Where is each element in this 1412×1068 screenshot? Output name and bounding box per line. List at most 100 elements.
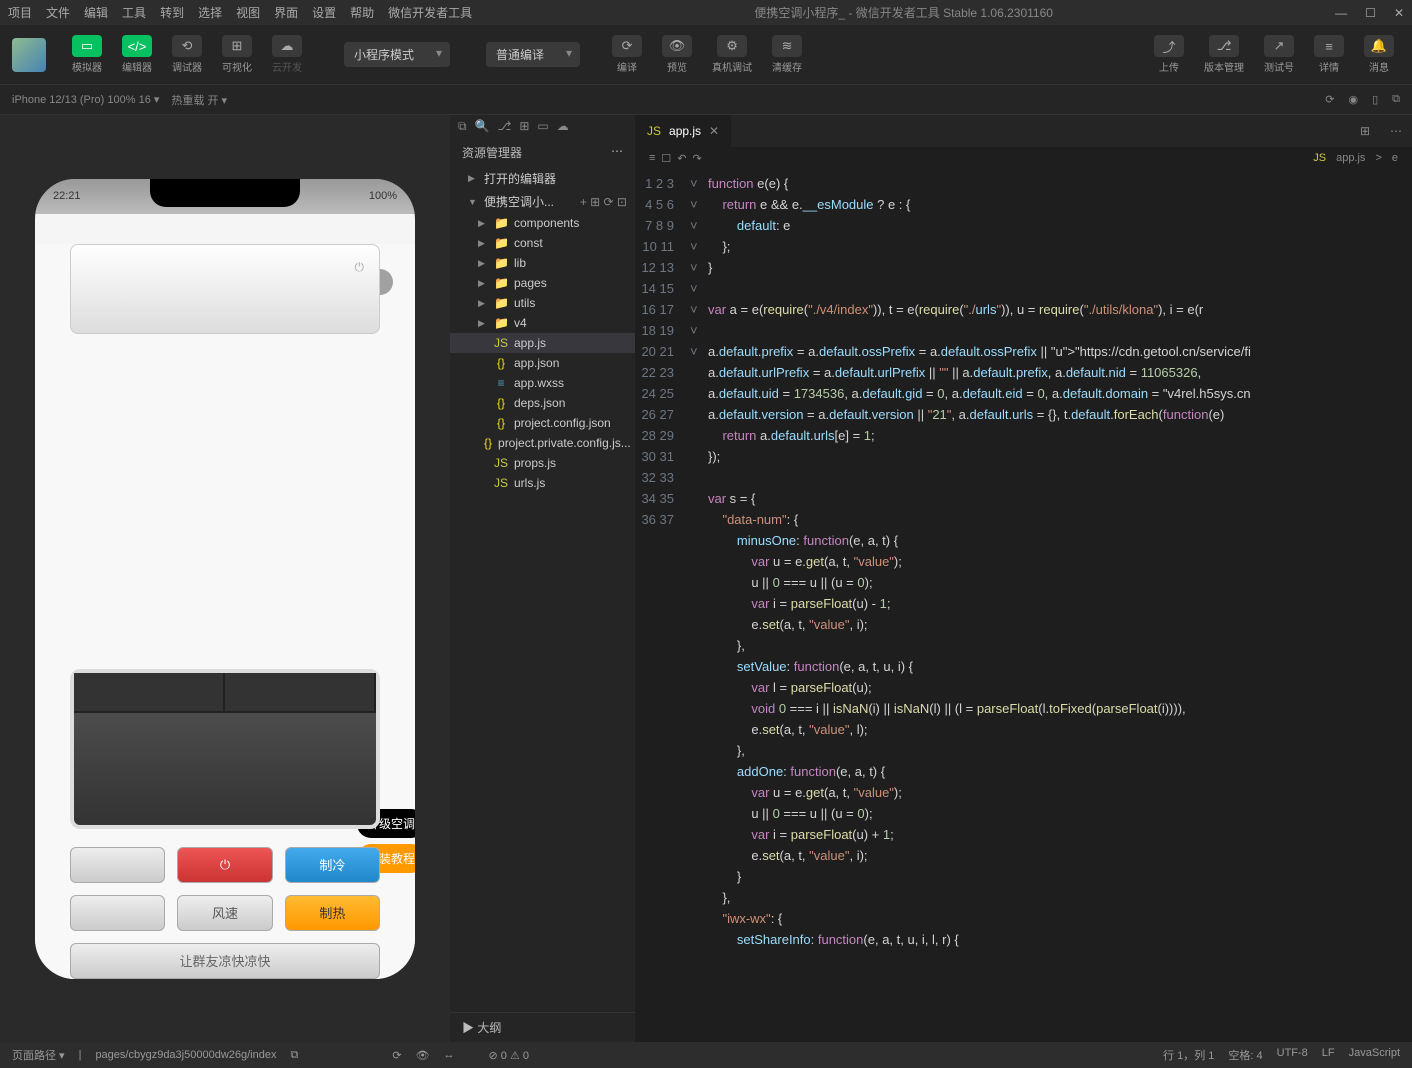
gutter: 1 2 3 4 5 6 7 8 9 10 11 12 13 14 15 16 1…	[635, 169, 690, 1042]
cloud-button[interactable]: ☁	[272, 35, 302, 57]
remote-blank2[interactable]	[70, 895, 165, 931]
remote-debug-button[interactable]: ⚙	[717, 35, 747, 57]
crumb-icon2[interactable]: ☐	[661, 152, 671, 165]
folder-utils[interactable]: ▶📁utils	[450, 293, 635, 313]
outline-section[interactable]: ▶ 大纲	[450, 1012, 635, 1042]
editor-button[interactable]: </>	[122, 35, 152, 57]
menu-file[interactable]: 文件	[46, 4, 70, 21]
menu-ui[interactable]: 界面	[274, 4, 298, 21]
crumb-icon3[interactable]: ↶	[677, 152, 686, 165]
tab-close-icon[interactable]: ✕	[709, 124, 719, 138]
menu-help[interactable]: 帮助	[350, 4, 374, 21]
compile-button[interactable]: ⟳	[612, 35, 642, 57]
copy-icon[interactable]: ⧉	[290, 1049, 298, 1062]
tab-app-js[interactable]: JSapp.js✕	[635, 115, 731, 147]
file-props-js[interactable]: JSprops.js	[450, 453, 635, 473]
search-icon[interactable]: 🔍	[475, 119, 490, 134]
file-project-config[interactable]: {}project.config.json	[450, 413, 635, 433]
upload-button[interactable]: ⤴	[1154, 35, 1184, 57]
menu-tool[interactable]: 工具	[122, 4, 146, 21]
folder-components[interactable]: ▶📁components	[450, 213, 635, 233]
folder-v4[interactable]: ▶📁v4	[450, 313, 635, 333]
compile-select[interactable]: 普通编译	[486, 42, 580, 67]
phone-frame: 22:21100% ••• ◎ 升级空调 安装教程 ⏻ 制冷	[35, 179, 415, 979]
ext1-icon[interactable]: ⊞	[519, 119, 529, 134]
file-app-json[interactable]: {}app.json	[450, 353, 635, 373]
file-app-js[interactable]: JSapp.js	[450, 333, 635, 353]
file-app-wxss[interactable]: ≡app.wxss	[450, 373, 635, 393]
menu-view[interactable]: 视图	[236, 4, 260, 21]
tab-more-icon[interactable]: ⋯	[1380, 124, 1412, 138]
encoding-info[interactable]: UTF-8	[1277, 1047, 1308, 1063]
folder-pages[interactable]: ▶📁pages	[450, 273, 635, 293]
explorer-pane: ⧉ 🔍 ⎇ ⊞ ▭ ☁ 资源管理器⋯ ▶打开的编辑器 ▼便携空调小...+ ⊞ …	[450, 115, 635, 1042]
folder-lib[interactable]: ▶📁lib	[450, 253, 635, 273]
ext3-icon[interactable]: ☁	[557, 119, 569, 134]
maximize-icon[interactable]: ☐	[1365, 6, 1376, 20]
status-bar: 页面路径 ▾ | pages/cbygz9da3j50000dw26g/inde…	[0, 1042, 1412, 1068]
perf-icon[interactable]: ⟳	[392, 1049, 401, 1062]
share-button[interactable]: 让群友凉快凉快	[70, 943, 380, 979]
ext2-icon[interactable]: ▭	[537, 119, 548, 134]
branch-icon[interactable]: ⎇	[498, 119, 512, 134]
split-icon[interactable]: ⊞	[1350, 124, 1380, 138]
message-button[interactable]: 🔔	[1364, 35, 1394, 57]
project-root[interactable]: ▼便携空调小...+ ⊞ ⟳ ⊡	[450, 190, 635, 213]
crumb-file[interactable]: app.js	[1336, 152, 1365, 164]
page-path-label[interactable]: 页面路径 ▾	[12, 1047, 65, 1063]
eol-info[interactable]: LF	[1322, 1047, 1335, 1063]
wind-button[interactable]: 风速	[177, 895, 272, 931]
simulator-button[interactable]: ▭	[72, 35, 102, 57]
cursor-position[interactable]: 行 1，列 1	[1163, 1047, 1214, 1063]
crumb-icon4[interactable]: ↷	[693, 152, 702, 165]
menu-goto[interactable]: 转到	[160, 4, 184, 21]
menu-project[interactable]: 项目	[8, 4, 32, 21]
open-editors[interactable]: ▶打开的编辑器	[450, 167, 635, 190]
title-bar: 项目 文件 编辑 工具 转到 选择 视图 界面 设置 帮助 微信开发者工具 便携…	[0, 0, 1412, 25]
popout-icon[interactable]: ⧉	[1392, 93, 1400, 106]
page-route[interactable]: pages/cbygz9da3j50000dw26g/index	[95, 1049, 276, 1061]
detail-button[interactable]: ≡	[1314, 35, 1344, 57]
power-button[interactable]: ⏻	[177, 847, 272, 883]
preview-button[interactable]: 👁	[662, 35, 692, 57]
testno-button[interactable]: ↗	[1264, 35, 1294, 57]
mode-select[interactable]: 小程序模式	[344, 42, 450, 67]
record-icon[interactable]: ◉	[1348, 93, 1358, 106]
arrow-icon[interactable]: ↔	[444, 1049, 455, 1061]
menu-edit[interactable]: 编辑	[84, 4, 108, 21]
file-deps-json[interactable]: {}deps.json	[450, 393, 635, 413]
language-info[interactable]: JavaScript	[1349, 1047, 1400, 1063]
crumb-symbol[interactable]: e	[1392, 152, 1398, 164]
cool-button[interactable]: 制冷	[285, 847, 380, 883]
file-project-private[interactable]: {}project.private.config.js...	[450, 433, 635, 453]
minimize-icon[interactable]: —	[1335, 6, 1347, 20]
visual-button[interactable]: ⊞	[222, 35, 252, 57]
close-icon[interactable]: ✕	[1394, 6, 1404, 20]
error-count[interactable]: ⊘ 0 ⚠ 0	[489, 1049, 529, 1062]
simulator-pane: 22:21100% ••• ◎ 升级空调 安装教程 ⏻ 制冷	[0, 115, 450, 1042]
menu-wxdev[interactable]: 微信开发者工具	[388, 4, 472, 21]
indent-info[interactable]: 空格: 4	[1228, 1047, 1262, 1063]
file-urls-js[interactable]: JSurls.js	[450, 473, 635, 493]
device-select[interactable]: iPhone 12/13 (Pro) 100% 16 ▾	[12, 93, 159, 106]
device-icon[interactable]: ▯	[1372, 93, 1378, 106]
heat-button[interactable]: 制热	[285, 895, 380, 931]
eye-icon[interactable]: 👁	[416, 1049, 430, 1062]
files-icon[interactable]: ⧉	[458, 119, 467, 134]
refresh-icon[interactable]: ⟳	[1325, 93, 1334, 106]
menu-select[interactable]: 选择	[198, 4, 222, 21]
debugger-button[interactable]: ⟲	[172, 35, 202, 57]
crumb-icon1[interactable]: ≡	[649, 152, 655, 164]
phone-notch	[150, 179, 300, 207]
hot-reload[interactable]: 热重载 开 ▾	[171, 92, 227, 108]
device-bar: iPhone 12/13 (Pro) 100% 16 ▾ 热重载 开 ▾ ⟳ ◉…	[0, 85, 1412, 115]
fold-column[interactable]: ˅ ˅ ˅ ˅ ˅ ˅ ˅ ˅ ˅	[690, 169, 708, 1042]
folder-const[interactable]: ▶📁const	[450, 233, 635, 253]
code-editor[interactable]: 1 2 3 4 5 6 7 8 9 10 11 12 13 14 15 16 1…	[635, 169, 1412, 1042]
clear-cache-button[interactable]: ≋	[772, 35, 802, 57]
menu-settings[interactable]: 设置	[312, 4, 336, 21]
remote-blank1[interactable]	[70, 847, 165, 883]
avatar[interactable]	[12, 38, 46, 72]
version-button[interactable]: ⎇	[1209, 35, 1239, 57]
explorer-more-icon[interactable]: ⋯	[611, 144, 623, 161]
